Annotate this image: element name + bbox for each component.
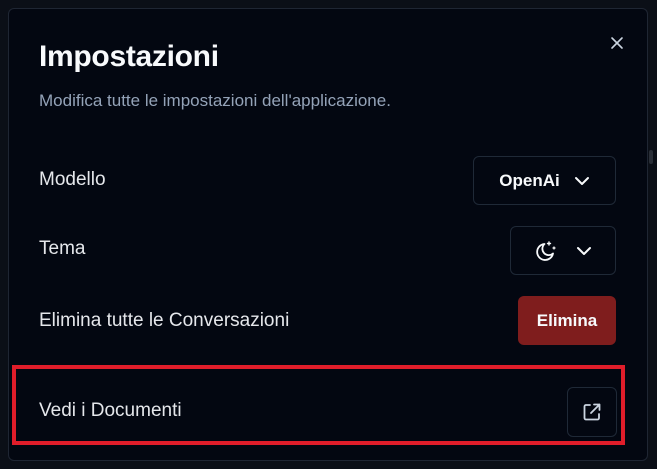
model-label: Modello [39,169,106,190]
dialog-subtitle: Modifica tutte le impostazioni dell'appl… [39,91,391,110]
delete-conversations-label: Elimina tutte le Conversazioni [39,310,290,331]
chevron-down-icon [574,176,589,185]
theme-select[interactable] [510,226,616,275]
close-button[interactable] [605,31,629,55]
delete-button[interactable]: Elimina [518,296,616,345]
moon-stars-icon [536,240,556,261]
scrollbar-hint [649,150,653,164]
close-icon [611,37,623,49]
model-select[interactable]: OpenAi [473,156,616,205]
theme-label: Tema [39,238,86,259]
model-select-value: OpenAi [499,170,560,190]
dialog-title: Impostazioni [39,40,219,73]
chevron-down-icon [577,246,591,255]
highlight-box [12,365,625,445]
